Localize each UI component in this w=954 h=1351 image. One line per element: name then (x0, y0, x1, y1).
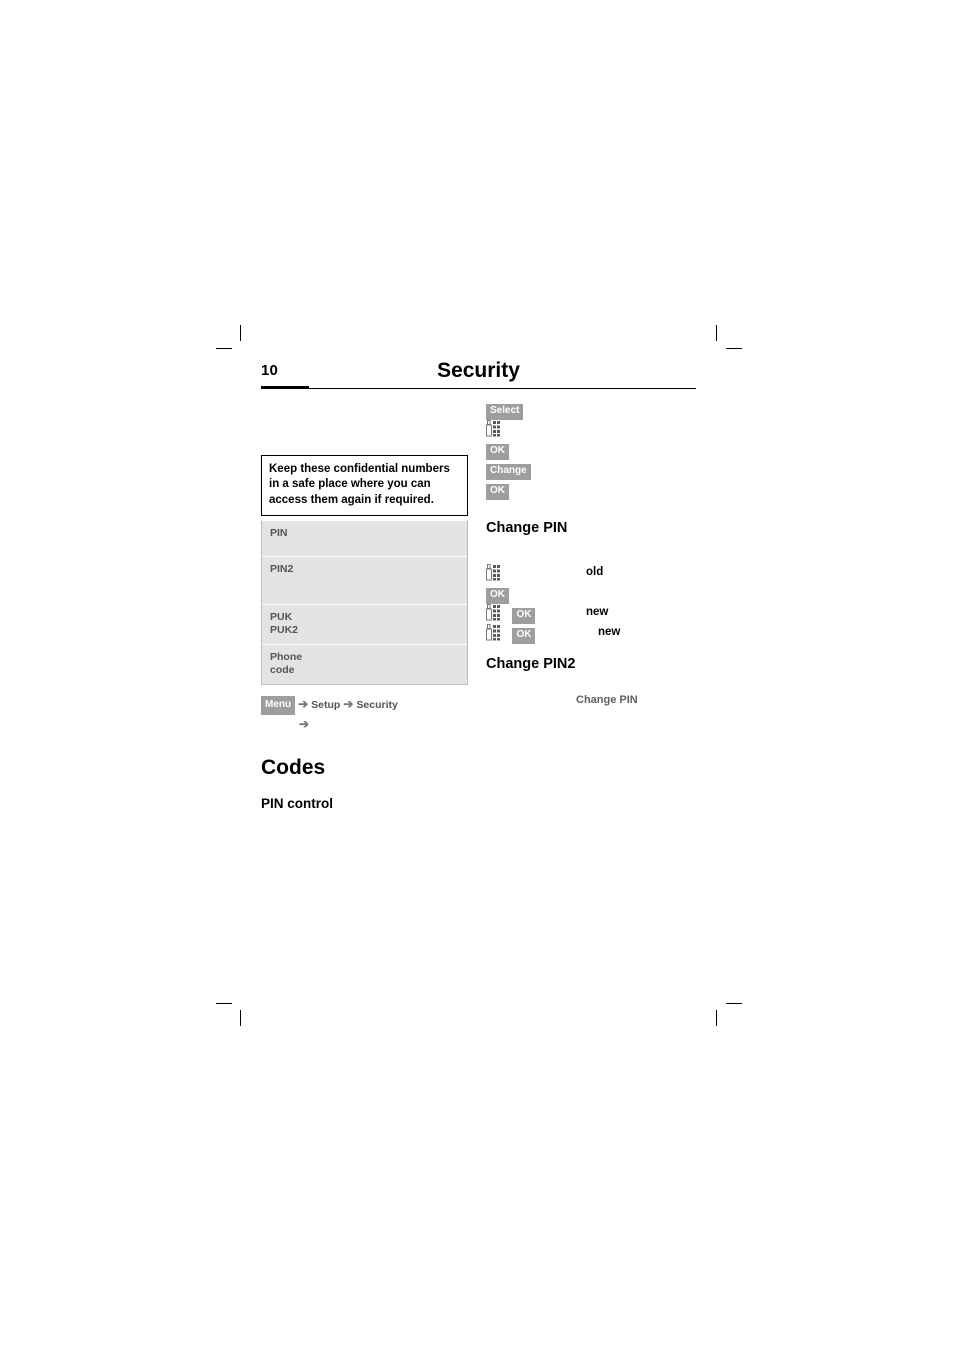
keypad-icon (486, 564, 502, 581)
code-row-pin2: PIN2 (262, 556, 467, 605)
step-enter-code (486, 420, 696, 440)
keypad-icon (486, 624, 502, 641)
step-new-pin: OK new (486, 604, 696, 624)
step-ok-3: OK (486, 584, 696, 604)
step-old-pin: old (486, 564, 696, 584)
menu-path: Menu ➔ Setup ➔ Security ➔ (261, 695, 468, 734)
ok-softkey[interactable]: OK (486, 444, 509, 460)
step-ok-2: OK (486, 480, 696, 500)
crop-mark-top-right-h (726, 348, 742, 349)
code-row-pin: PIN (262, 520, 467, 557)
ok-softkey[interactable]: OK (512, 628, 536, 644)
page-title: Security (437, 359, 520, 382)
cross-reference-change-pin: Change PIN (576, 694, 638, 706)
left-column: Keep these confidential numbers in a saf… (261, 455, 468, 811)
page-number: 10 (261, 362, 279, 379)
step-label-new-repeat: new (598, 626, 621, 638)
crop-mark-bottom-left-h (216, 1003, 232, 1004)
code-row-phone-code: Phone code (262, 644, 467, 685)
header-rule-thin (261, 388, 696, 389)
ok-softkey[interactable]: OK (486, 484, 509, 500)
header-rule-thick (261, 386, 309, 389)
menu-path-item-setup[interactable]: Setup (311, 699, 340, 711)
step-label-old: old (586, 566, 604, 578)
right-column: Select OK Change OK Change PIN old OK OK… (486, 400, 696, 706)
code-label: PIN (270, 527, 288, 540)
select-softkey[interactable]: Select (486, 404, 524, 420)
step-ok-1: OK (486, 440, 696, 460)
confidential-note: Keep these confidential numbers in a saf… (261, 455, 468, 517)
code-row-puk: PUK PUK2 (262, 604, 467, 645)
step-repeat-new-pin: OK new (486, 624, 696, 644)
heading-change-pin2: Change PIN2 (486, 656, 576, 672)
heading-change-pin: Change PIN (486, 520, 568, 536)
arrow-icon: ➔ (343, 697, 354, 712)
code-sublabel: code (270, 664, 295, 677)
subsection-heading-pin-control: PIN control (261, 796, 334, 812)
arrow-icon: ➔ (298, 697, 309, 712)
ok-softkey[interactable]: OK (486, 588, 509, 604)
crop-mark-top-right-v (716, 325, 717, 341)
change-softkey[interactable]: Change (486, 464, 531, 480)
code-label: PUK (270, 611, 293, 624)
arrow-icon: ➔ (299, 717, 310, 732)
section-heading-codes: Codes (261, 756, 326, 780)
crop-mark-bottom-left-v (240, 1010, 241, 1026)
step-label-new: new (586, 606, 609, 618)
keypad-icon (486, 604, 502, 621)
keypad-icon (486, 420, 502, 437)
crop-mark-bottom-right-h (726, 1003, 742, 1004)
codes-table: PIN PIN2 PUK PUK2 Phone code (261, 520, 468, 686)
crop-mark-top-left-h (216, 348, 232, 349)
step-select: Select (486, 400, 696, 420)
code-label: PIN2 (270, 563, 294, 576)
crop-mark-bottom-right-v (716, 1010, 717, 1026)
step-change: Change (486, 460, 696, 480)
ok-softkey[interactable]: OK (512, 608, 536, 624)
menu-key-button[interactable]: Menu (261, 696, 296, 716)
crop-mark-top-left-v (240, 325, 241, 341)
code-label: Phone (270, 651, 303, 664)
code-sublabel: PUK2 (270, 624, 299, 637)
menu-path-item-security[interactable]: Security (356, 699, 397, 711)
